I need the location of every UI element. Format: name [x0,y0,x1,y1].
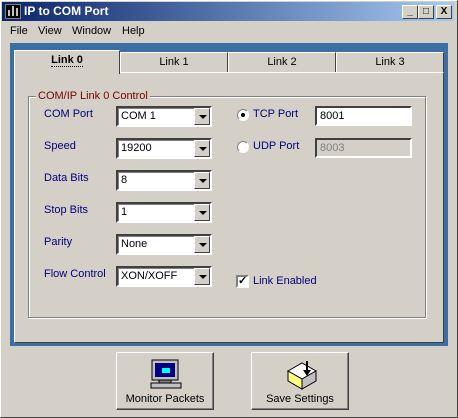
data-bits-value: 8 [121,174,128,186]
parity-combo[interactable]: None [116,234,212,255]
menu-bar: File View Window Help [2,22,454,41]
tab-label: Link 0 [51,54,83,67]
link-enabled-checkbox[interactable]: ✓ [236,275,249,288]
parity-label: Parity [44,236,73,248]
save-settings-label: Save Settings [266,393,334,405]
menu-window[interactable]: Window [72,25,111,37]
title-bar[interactable]: IP to COM Port _ □ X [2,2,454,21]
monitor-packets-label: Monitor Packets [125,393,205,405]
udp-port-value: 8003 [320,142,345,154]
save-settings-icon [286,361,318,390]
window-title: IP to COM Port [24,4,109,18]
com-port-value: COM 1 [121,110,156,122]
data-bits-label: Data Bits [44,172,89,184]
speed-label: Speed [44,140,76,152]
tcp-port-input[interactable]: 8001 [315,106,412,126]
com-port-label: COM Port [44,108,93,120]
chevron-down-icon[interactable] [194,236,210,253]
flow-control-combo[interactable]: XON/XOFF [116,266,212,287]
menu-file[interactable]: File [10,25,28,37]
tcp-port-value: 8001 [320,110,345,122]
flow-control-value: XON/XOFF [121,270,178,282]
close-button[interactable]: X [436,5,452,19]
tcp-port-label: TCP Port [253,108,299,120]
tcp-port-radio[interactable] [237,109,249,121]
tab-link-3[interactable]: Link 3 [336,52,444,72]
udp-port-label: UDP Port [253,140,300,152]
chevron-down-icon[interactable] [194,140,210,157]
monitor-packets-button[interactable]: Monitor Packets [116,352,214,410]
menu-help[interactable]: Help [122,25,145,37]
tab-link-1[interactable]: Link 1 [120,52,228,72]
stop-bits-combo[interactable]: 1 [116,202,212,223]
parity-value: None [121,238,148,250]
maximize-button[interactable]: □ [418,5,434,19]
tab-link-0[interactable]: Link 0 [14,50,120,74]
speed-value: 19200 [121,142,152,154]
udp-port-input[interactable]: 8003 [315,138,412,158]
computer-monitor-icon [150,359,182,389]
chevron-down-icon[interactable] [194,204,210,221]
data-bits-combo[interactable]: 8 [116,170,212,191]
speed-combo[interactable]: 19200 [116,138,212,159]
flow-control-label: Flow Control [44,268,106,280]
link-enabled-label: Link Enabled [253,275,317,287]
udp-port-radio[interactable] [237,141,249,153]
menu-view[interactable]: View [38,25,62,37]
chevron-down-icon[interactable] [194,268,210,285]
chevron-down-icon[interactable] [194,172,210,189]
minimize-button[interactable]: _ [402,5,418,19]
app-icon [5,4,21,19]
stop-bits-value: 1 [121,206,128,218]
stop-bits-label: Stop Bits [44,204,89,216]
tab-link-2[interactable]: Link 2 [228,52,336,72]
save-settings-button[interactable]: Save Settings [251,352,349,410]
com-port-combo[interactable]: COM 1 [116,106,212,127]
chevron-down-icon[interactable] [194,108,210,125]
group-title: COM/IP Link 0 Control [36,90,150,102]
